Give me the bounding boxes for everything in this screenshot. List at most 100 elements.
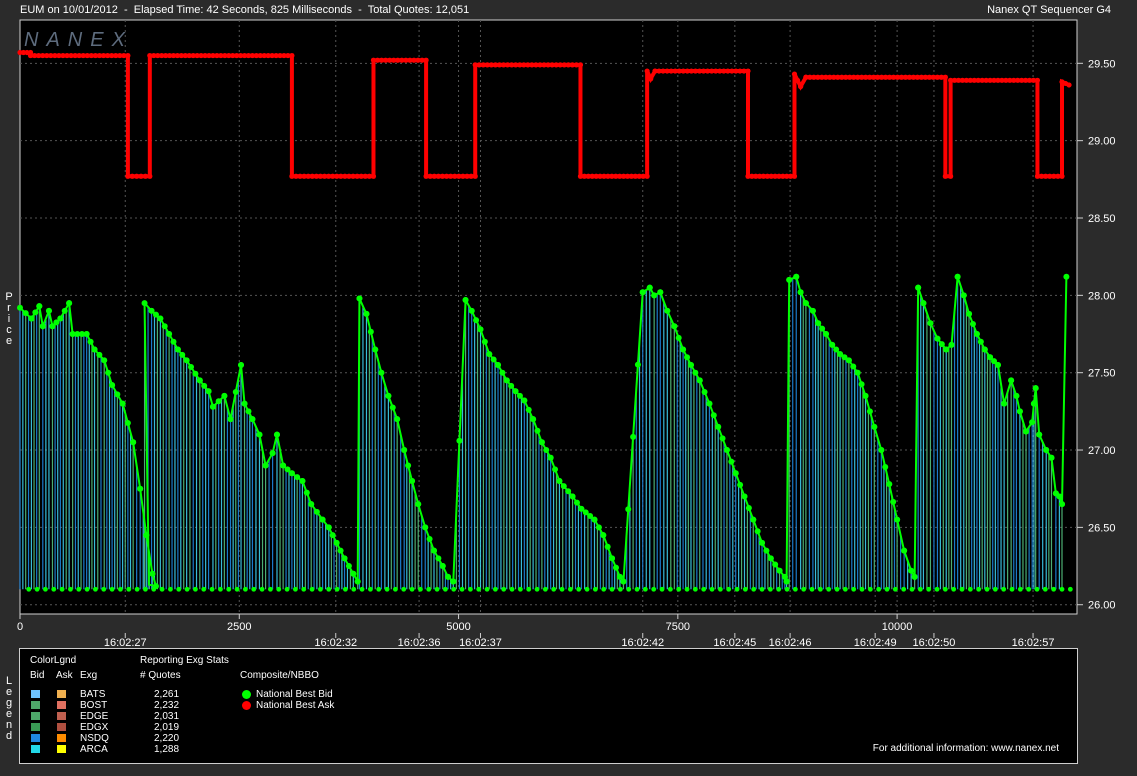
nbb-point xyxy=(943,346,950,353)
nbb-point xyxy=(723,447,730,454)
nbb-point xyxy=(657,289,664,296)
nbo-point xyxy=(577,62,584,68)
nbb-point xyxy=(710,412,717,419)
nbb-point xyxy=(591,516,598,523)
baseline-dot xyxy=(293,586,298,592)
baseline-dot xyxy=(368,586,373,592)
nbb-point xyxy=(1059,501,1066,508)
nbo-point xyxy=(1034,77,1041,83)
baseline-dot xyxy=(709,586,715,592)
nbb-point xyxy=(238,361,245,368)
baseline-dot xyxy=(576,586,582,592)
baseline-dot xyxy=(676,586,682,592)
nbb-point xyxy=(1048,454,1055,461)
nbb-point xyxy=(462,296,469,303)
nbb-point xyxy=(401,447,408,454)
nbb-point xyxy=(409,477,416,484)
nbo-point xyxy=(798,83,804,90)
nbb-point xyxy=(552,466,559,473)
y-tick-label: 26.00 xyxy=(1088,600,1116,612)
nbb-point xyxy=(750,516,757,523)
nbb-point xyxy=(192,370,199,377)
nbb-point xyxy=(977,338,984,345)
baseline-dot xyxy=(776,586,782,592)
nbo-point xyxy=(794,77,801,83)
nbb-point xyxy=(333,539,340,546)
baseline-dot xyxy=(268,586,273,592)
nbb-point xyxy=(96,351,103,358)
baseline-dot xyxy=(934,586,940,592)
nbb-point xyxy=(201,382,208,389)
baseline-dot xyxy=(193,586,198,592)
baseline-dot xyxy=(1042,586,1048,592)
baseline-dot xyxy=(251,586,257,592)
nbb-point xyxy=(719,435,726,442)
exchange-count-nsdq: 2,220 xyxy=(154,733,180,744)
footer-link[interactable]: For additional information: www.nanex.ne… xyxy=(873,743,1059,754)
nbb-point xyxy=(66,300,73,307)
time-tick-label: 16:02:32 xyxy=(314,637,357,648)
nbo-point xyxy=(791,71,798,77)
baseline-dot xyxy=(484,586,490,592)
nbo-label: National Best Ask xyxy=(256,700,335,711)
nbb-point xyxy=(241,400,248,407)
nbb-point xyxy=(938,341,945,348)
baseline-dot xyxy=(601,586,607,592)
nbo-point xyxy=(745,68,751,74)
baseline-dot xyxy=(276,586,282,592)
nbb-point xyxy=(426,535,433,542)
stats-title: Reporting Exg Stats xyxy=(140,655,229,666)
nbb-point xyxy=(651,292,658,299)
nbb-point xyxy=(205,388,212,395)
baseline-dot xyxy=(476,586,482,592)
nbo-dot-icon xyxy=(242,701,251,710)
baseline-dot xyxy=(842,586,848,592)
baseline-dot xyxy=(284,586,290,592)
nbb-point xyxy=(262,462,269,469)
x-tick-label: 10000 xyxy=(882,621,913,633)
baseline-dot xyxy=(309,586,315,592)
nbb-point xyxy=(143,532,150,539)
ask-swatch-edge xyxy=(57,712,66,720)
ask-swatch-nsdq xyxy=(57,734,66,742)
y-tick-label: 28.50 xyxy=(1088,213,1116,225)
nbb-point xyxy=(1016,408,1023,415)
nbb-point xyxy=(809,307,816,314)
nbb-point xyxy=(556,477,563,484)
baseline-dot xyxy=(817,586,823,592)
baseline-dot xyxy=(976,586,982,592)
nbb-point xyxy=(920,300,927,307)
nbb-point xyxy=(911,573,918,580)
baseline-dot xyxy=(1001,586,1007,592)
nbb-point xyxy=(994,361,1001,368)
nbb-point xyxy=(486,351,493,358)
baseline-dot xyxy=(801,586,807,592)
nbo-point xyxy=(1059,173,1065,179)
baseline-dot xyxy=(467,586,473,592)
baseline-dot xyxy=(726,586,732,592)
baseline-dot xyxy=(559,586,565,592)
nbb-point xyxy=(445,573,452,580)
exchange-count-bats: 2,261 xyxy=(154,689,180,700)
baseline-dot xyxy=(101,586,107,592)
exchange-name-bats: BATS xyxy=(80,689,106,700)
baseline-dot xyxy=(1067,586,1073,592)
nbb-point xyxy=(215,398,222,405)
nbb-point xyxy=(728,458,735,465)
baseline-dot xyxy=(126,586,132,592)
baseline-dot xyxy=(884,586,890,592)
nbb-point xyxy=(969,320,976,327)
nbb-point xyxy=(741,493,748,500)
baseline-dot xyxy=(1009,586,1015,592)
baseline-dot xyxy=(359,586,365,592)
nbb-point xyxy=(430,547,437,554)
baseline-dot xyxy=(626,586,632,592)
baseline-dot xyxy=(967,586,973,592)
exchange-name-edge: EDGE xyxy=(80,711,109,722)
baseline-dot xyxy=(617,586,623,592)
baseline-dot xyxy=(742,586,748,592)
nbb-point xyxy=(468,307,475,314)
nbb-point xyxy=(45,307,52,314)
nbb-point xyxy=(101,357,108,364)
nbb-point xyxy=(503,377,510,384)
